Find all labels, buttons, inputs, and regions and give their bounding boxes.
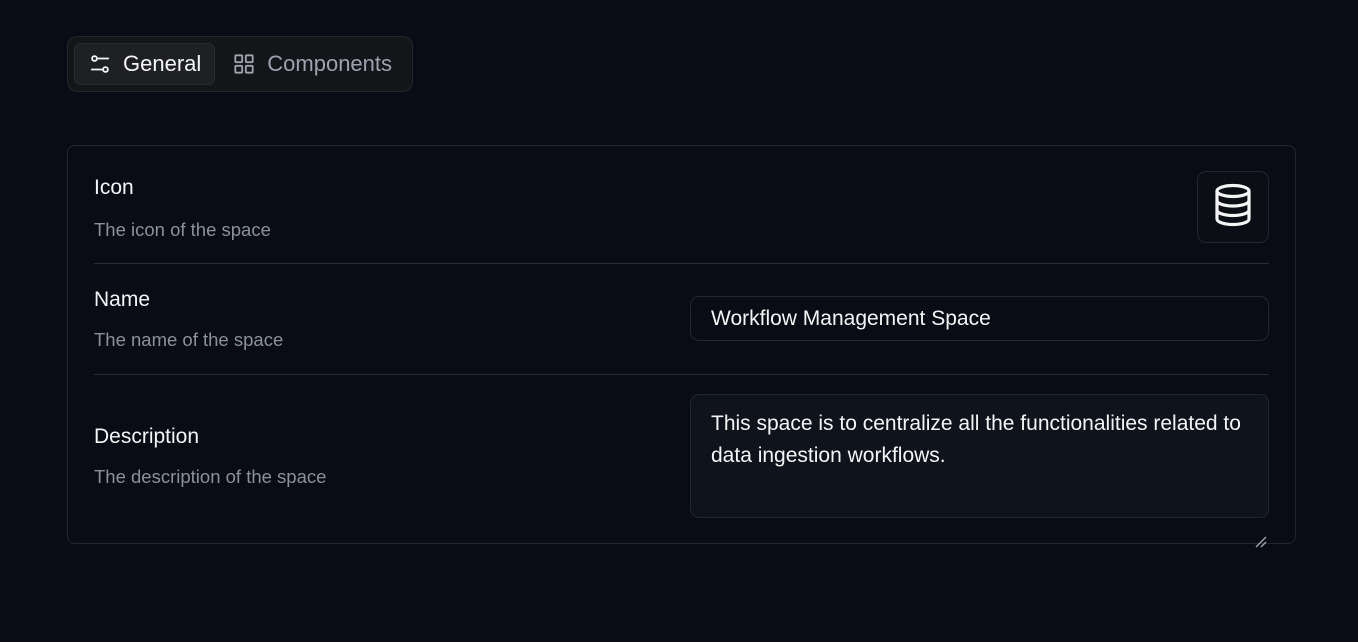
tab-general-label: General <box>123 51 202 76</box>
sliders-icon <box>89 53 111 75</box>
icon-setting-help: The icon of the space <box>94 219 271 240</box>
icon-picker-button[interactable] <box>1197 171 1269 243</box>
tab-bar: General Components <box>67 36 413 92</box>
resize-grip-icon[interactable] <box>1254 535 1268 549</box>
icon-setting-label: Icon <box>94 176 134 199</box>
name-setting-label: Name <box>94 288 151 311</box>
grid-icon <box>233 53 255 75</box>
database-icon <box>1213 183 1253 232</box>
settings-card: Icon The icon of the space Name The name… <box>67 145 1296 548</box>
name-field[interactable] <box>690 296 1269 341</box>
description-setting-label: Description <box>94 425 200 448</box>
tab-general[interactable]: General <box>74 43 216 85</box>
description-setting-row: Description The description of the space… <box>94 375 1269 548</box>
name-setting-help: The name of the space <box>94 329 284 350</box>
description-setting-help: The description of the space <box>94 466 327 487</box>
icon-setting-row: Icon The icon of the space <box>94 146 1269 264</box>
tab-components-label: Components <box>267 51 393 76</box>
name-setting-row: Name The name of the space <box>94 264 1269 374</box>
description-field[interactable]: This space is to centralize all the func… <box>690 394 1269 518</box>
tab-components[interactable]: Components <box>219 43 405 85</box>
